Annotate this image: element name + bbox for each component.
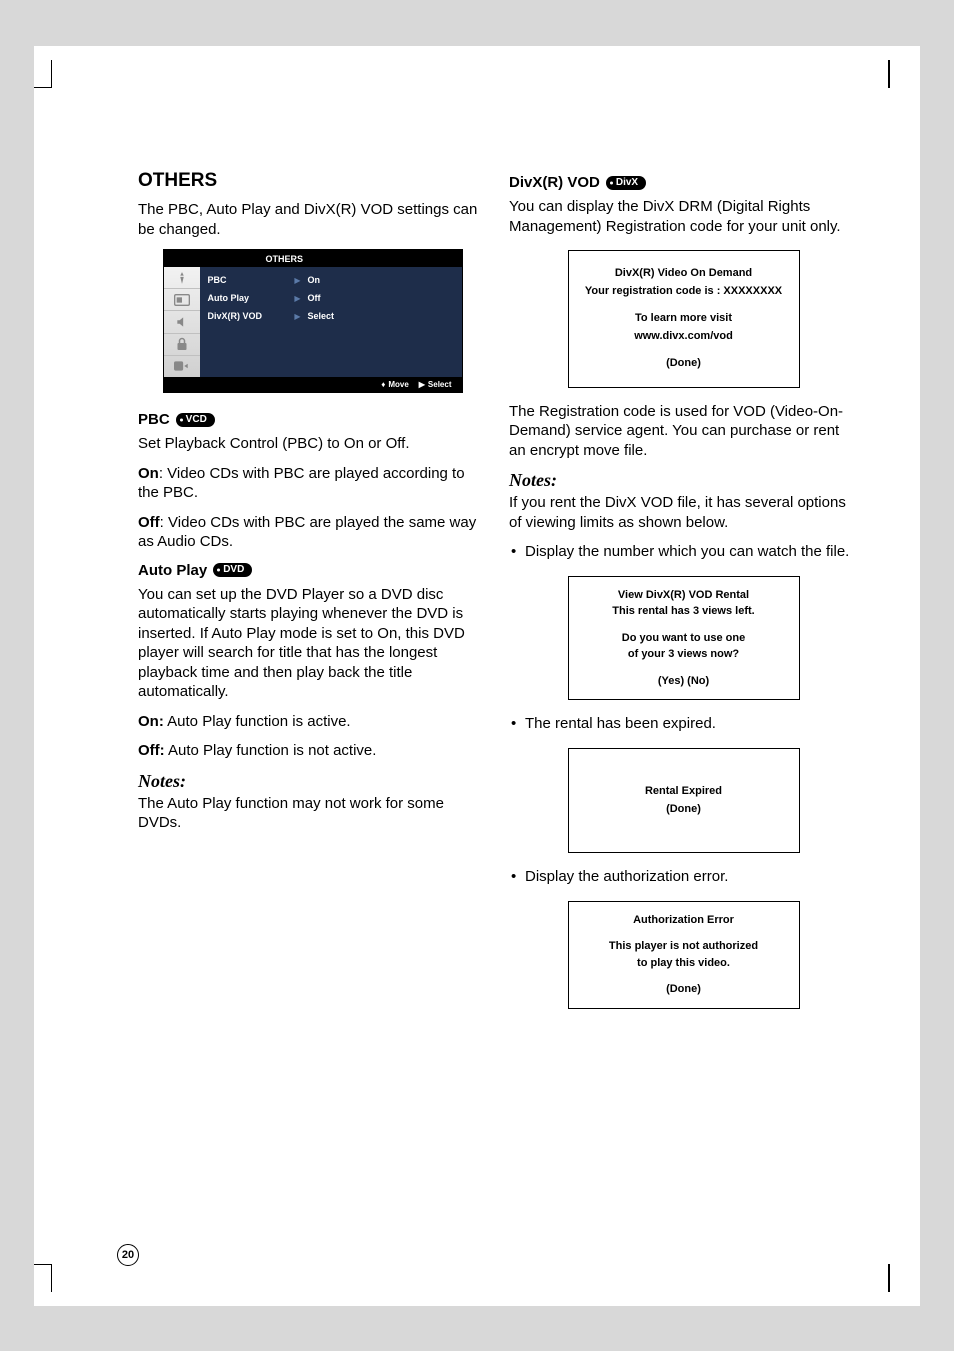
reg-learn1: To learn more visit — [577, 310, 791, 328]
audio-icon — [164, 311, 200, 333]
bullet-expired: The rental has been expired. — [509, 714, 858, 734]
lock-icon — [164, 334, 200, 356]
notes-text: The Auto Play function may not work for … — [138, 794, 487, 833]
crop-mark — [34, 1264, 52, 1292]
triangle-right-icon: ▶ — [288, 307, 308, 325]
divx-badge: DivX — [606, 176, 646, 190]
rental-left: This rental has 3 views left. — [577, 603, 791, 620]
updown-icon: ♦ — [381, 380, 385, 389]
reg-done: (Done) — [577, 355, 791, 373]
select-label: Select — [428, 380, 452, 389]
bullet-views: Display the number which you can watch t… — [509, 542, 858, 562]
auth-l2: This player is not authorized — [577, 938, 791, 955]
intro-text: The PBC, Auto Play and DivX(R) VOD setti… — [138, 200, 487, 239]
crop-mark — [34, 60, 52, 88]
vcd-badge: VCD — [176, 413, 215, 427]
right-column: DivX(R) VOD DivX You can display the Div… — [509, 170, 858, 1023]
auth-done: (Done) — [577, 981, 791, 998]
autoplay-on: On: Auto Play function is active. — [138, 712, 487, 732]
language-icon — [164, 267, 200, 289]
pbc-desc: Set Playback Control (PBC) to On or Off. — [138, 434, 487, 454]
manual-page: OTHERS The PBC, Auto Play and DivX(R) VO… — [34, 46, 920, 1306]
osd-illustration: OTHERS PBC Auto Play DivX(R) VOD — [163, 249, 463, 393]
pbc-on: On: Video CDs with PBC are played accord… — [138, 464, 487, 503]
autoplay-desc: You can set up the DVD Player so a DVD d… — [138, 585, 487, 702]
on-text: Auto Play function is active. — [164, 713, 351, 730]
registration-box: DivX(R) Video On Demand Your registratio… — [568, 250, 800, 388]
osd-body: PBC Auto Play DivX(R) VOD ▶ ▶ ▶ On Off — [163, 267, 463, 377]
on-label: On — [138, 465, 159, 482]
osd-labels: PBC Auto Play DivX(R) VOD — [200, 267, 288, 377]
notes-text: If you rent the DivX VOD file, it has se… — [509, 493, 858, 532]
move-label: Move — [388, 380, 408, 389]
off-label: Off — [138, 514, 160, 531]
rental-box: View DivX(R) VOD Rental This rental has … — [568, 576, 800, 701]
pbc-off: Off: Video CDs with PBC are played the s… — [138, 513, 487, 552]
reg-text: The Registration code is used for VOD (V… — [509, 402, 858, 461]
reg-title: DivX(R) Video On Demand — [577, 265, 791, 283]
notes-heading: Notes: — [509, 470, 858, 491]
osd-values: On Off Select — [308, 267, 462, 377]
rental-q2: of your 3 views now? — [577, 646, 791, 663]
on-label: On: — [138, 713, 164, 730]
triangle-right-icon: ▶ — [419, 380, 425, 389]
pbc-heading: PBC VCD — [138, 411, 487, 428]
on-text: : Video CDs with PBC are played accordin… — [138, 465, 465, 502]
triangle-right-icon: ▶ — [288, 271, 308, 289]
osd-icon-rail — [164, 267, 200, 377]
auth-title: Authorization Error — [577, 912, 791, 929]
osd-row-label: DivX(R) VOD — [208, 307, 288, 325]
rental-q1: Do you want to use one — [577, 630, 791, 647]
notes-heading: Notes: — [138, 771, 487, 792]
osd-row-value: On — [308, 271, 462, 289]
divx-intro: You can display the DivX DRM (Digital Ri… — [509, 197, 858, 236]
rental-title: View DivX(R) VOD Rental — [577, 587, 791, 604]
bullet-list: Display the authorization error. — [509, 867, 858, 887]
expired-done: (Done) — [577, 801, 791, 819]
expired-title: Rental Expired — [577, 783, 791, 801]
content-columns: OTHERS The PBC, Auto Play and DivX(R) VO… — [138, 170, 858, 1023]
osd-header: OTHERS — [163, 249, 463, 267]
bullet-auth: Display the authorization error. — [509, 867, 858, 887]
auth-error-box: Authorization Error This player is not a… — [568, 901, 800, 1009]
dvd-badge: DVD — [213, 563, 252, 577]
autoplay-off: Off: Auto Play function is not active. — [138, 741, 487, 761]
divx-label: DivX(R) VOD — [509, 174, 600, 191]
off-text: : Video CDs with PBC are played the same… — [138, 514, 476, 551]
select-hint: ▶Select — [419, 380, 452, 389]
pbc-label: PBC — [138, 411, 170, 428]
osd-row-value: Select — [308, 307, 462, 325]
crop-mark — [888, 1264, 906, 1292]
left-column: OTHERS The PBC, Auto Play and DivX(R) VO… — [138, 170, 487, 1023]
osd-row-label: Auto Play — [208, 289, 288, 307]
reg-code: Your registration code is : XXXXXXXX — [577, 283, 791, 301]
divx-heading: DivX(R) VOD DivX — [509, 174, 858, 191]
rental-yesno: (Yes) (No) — [577, 673, 791, 690]
expired-box: Rental Expired (Done) — [568, 748, 800, 853]
others-icon — [164, 356, 200, 377]
osd-menu: PBC Auto Play DivX(R) VOD ▶ ▶ ▶ On Off — [200, 267, 462, 377]
off-text: Auto Play function is not active. — [165, 742, 377, 759]
autoplay-label: Auto Play — [138, 562, 207, 579]
triangle-right-icon: ▶ — [288, 289, 308, 307]
crop-mark — [888, 60, 906, 88]
osd-footer: ♦Move ▶Select — [163, 377, 463, 393]
osd-arrows: ▶ ▶ ▶ — [288, 267, 308, 377]
move-hint: ♦Move — [381, 380, 409, 389]
reg-learn2: www.divx.com/vod — [577, 328, 791, 346]
off-label: Off: — [138, 742, 165, 759]
osd-row-label: PBC — [208, 271, 288, 289]
auth-l3: to play this video. — [577, 955, 791, 972]
bullet-list: The rental has been expired. — [509, 714, 858, 734]
section-title-others: OTHERS — [138, 170, 487, 192]
page-number: 20 — [117, 1244, 139, 1266]
display-icon — [164, 289, 200, 311]
bullet-list: Display the number which you can watch t… — [509, 542, 858, 562]
autoplay-heading: Auto Play DVD — [138, 562, 487, 579]
osd-row-value: Off — [308, 289, 462, 307]
